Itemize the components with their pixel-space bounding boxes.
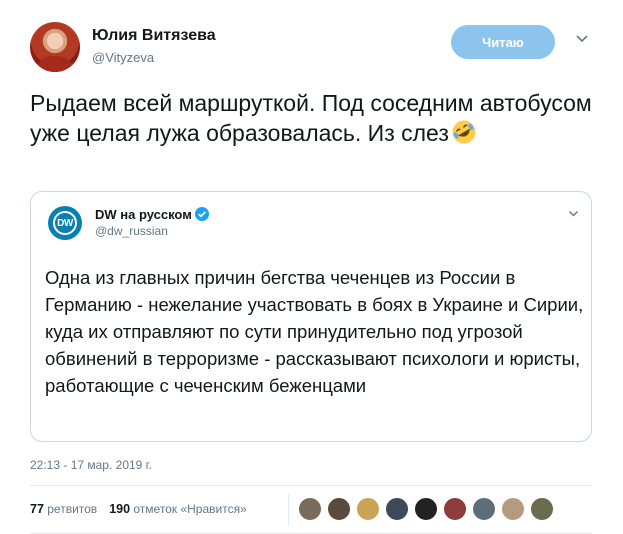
chevron-down-icon[interactable] [568,208,579,219]
dw-logo: DW [53,211,77,235]
retweets-label: ретвитов [47,502,98,516]
author-avatar[interactable] [30,22,80,72]
chevron-down-icon[interactable] [575,32,589,46]
liker-avatar[interactable] [356,497,380,521]
tweet-text-content: Рыдаем всей маршруткой. Под соседним авт… [30,90,592,146]
quoted-author-name[interactable]: DW на русском [95,207,209,222]
quoted-tweet[interactable]: DW DW на русском @dw_russian Одна из гла… [30,191,592,442]
likes-stat[interactable]: 190 отметок «Нравится» [109,502,247,516]
liker-avatar[interactable] [443,497,467,521]
divider [288,494,289,526]
following-button[interactable]: Читаю [451,25,555,59]
quoted-author-name-text: DW на русском [95,207,192,222]
likes-count: 190 [109,502,131,516]
liker-avatar[interactable] [530,497,554,521]
retweets-stat[interactable]: 77 ретвитов [30,502,97,516]
liker-avatar[interactable] [298,497,322,521]
likes-label: отметок «Нравится» [133,502,247,516]
author-handle[interactable]: @Vityzeva [92,50,154,65]
tweet-timestamp[interactable]: 22:13 - 17 мар. 2019 г. [30,458,152,472]
tweet-header: Юлия Витязева @Vityzeva Читаю [30,22,600,74]
quoted-author-handle[interactable]: @dw_russian [95,224,168,238]
quoted-author-avatar[interactable]: DW [48,206,82,240]
liker-avatars [298,497,559,523]
divider [30,485,592,486]
verified-badge-icon [194,207,209,221]
rolling-on-floor-laughing-emoji-icon [452,120,476,144]
tweet-stats: 77 ретвитов 190 отметок «Нравится» [30,502,247,516]
quoted-tweet-text: Одна из главных причин бегства чеченцев … [45,267,584,396]
liker-avatar[interactable] [472,497,496,521]
liker-avatar[interactable] [414,497,438,521]
liker-avatar[interactable] [385,497,409,521]
tweet-text: Рыдаем всей маршруткой. Под соседним авт… [30,88,600,148]
retweets-count: 77 [30,502,44,516]
author-name[interactable]: Юлия Витязева [92,27,216,45]
liker-avatar[interactable] [501,497,525,521]
liker-avatar[interactable] [327,497,351,521]
